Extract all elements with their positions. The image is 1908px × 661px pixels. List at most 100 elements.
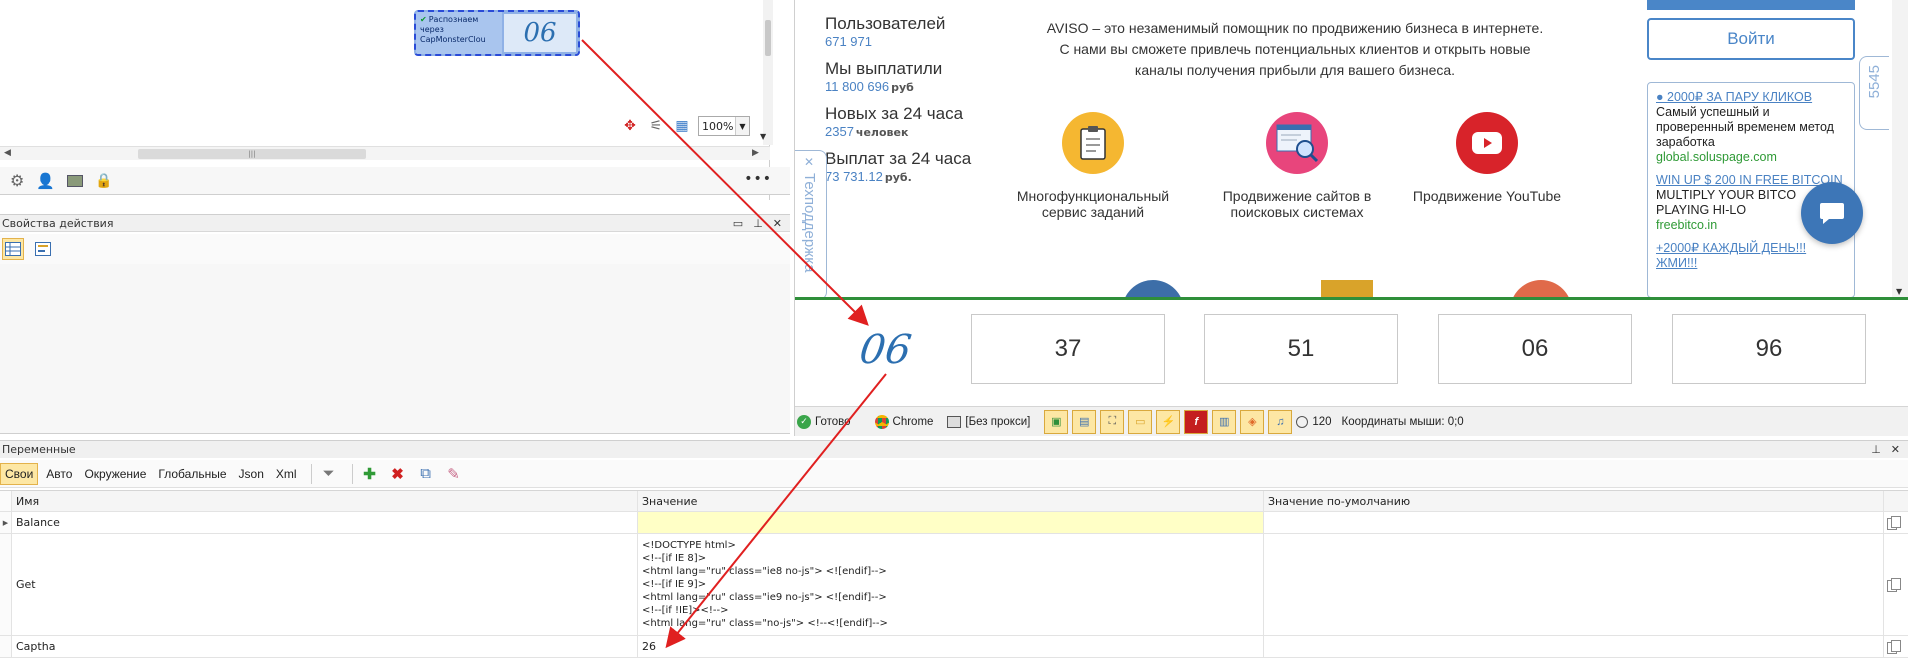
flash-icon[interactable]: f — [1184, 409, 1209, 434]
image-icon[interactable]: ⛶ — [1100, 409, 1125, 434]
status-browser[interactable]: Chrome — [874, 414, 933, 429]
chevron-down-icon[interactable]: ▼ — [735, 117, 749, 135]
table-row[interactable]: Captha 26 — [0, 636, 1908, 658]
chat-button[interactable] — [1801, 182, 1863, 244]
copy-icon[interactable] — [1886, 515, 1902, 531]
lock-icon[interactable]: 🔒 — [95, 173, 112, 189]
ad-url[interactable]: global.soluspage.com — [1656, 150, 1846, 165]
variable-value[interactable]: <!DOCTYPE html> <!--[if IE 8]> <html lan… — [638, 534, 1264, 635]
move-icon[interactable]: ✥ — [620, 116, 640, 136]
tab-own[interactable]: Свои — [0, 462, 39, 485]
plugin-icon[interactable]: ◈ — [1240, 409, 1265, 434]
zoom-toolbar: ✥ ⚟ ▦ 100% ▼ — [620, 115, 750, 137]
column-header-value[interactable]: Значение — [638, 491, 1264, 511]
monitor-icon[interactable] — [67, 174, 84, 187]
pin-icon[interactable]: ⊥ — [753, 215, 763, 232]
scroll-right-icon[interactable]: ▶ — [752, 148, 759, 158]
stat-unit: человек — [855, 126, 909, 139]
load-page-icon[interactable]: ▣ — [1044, 409, 1069, 434]
zoom-select[interactable]: 100% ▼ — [698, 116, 750, 136]
capmonster-action-block[interactable]: ✔ Распознаем через CapMonsterClou 06 — [414, 10, 580, 56]
table-row[interactable]: Get <!DOCTYPE html> <!--[if IE 8]> <html… — [0, 534, 1908, 636]
browser-view[interactable]: Пользователей 671 971 Мы выплатили 11 80… — [794, 0, 1908, 436]
variable-default[interactable] — [1264, 512, 1884, 533]
audio-icon[interactable]: ♫ — [1268, 409, 1293, 434]
delete-icon[interactable]: ✖ — [387, 463, 409, 485]
chrome-icon — [874, 414, 889, 429]
canvas-horizontal-scrollbar[interactable]: ◀ ||| ▶ — [0, 146, 770, 160]
eraser-icon[interactable]: ✎ — [443, 463, 465, 485]
scroll-arrow-down-icon[interactable]: ▼ — [760, 132, 766, 141]
variable-name[interactable]: Captha — [12, 636, 638, 657]
frame-icon[interactable]: ▭ — [1128, 409, 1153, 434]
copy-icon[interactable] — [1886, 639, 1902, 655]
tab-json[interactable]: Json — [235, 464, 268, 484]
status-proxy[interactable]: [Без прокси] — [947, 415, 1030, 428]
copy-icon[interactable]: ⧉ — [415, 463, 437, 485]
tab-environment[interactable]: Окружение — [80, 464, 150, 484]
close-icon[interactable]: ✕ — [804, 155, 814, 169]
user-icon[interactable]: 👤 — [36, 172, 55, 190]
add-icon[interactable]: ✚ — [359, 463, 381, 485]
login-button[interactable]: Войти — [1647, 18, 1855, 60]
variable-name[interactable]: Get — [12, 534, 638, 635]
media-icon[interactable]: ▥ — [1212, 409, 1237, 434]
browser-vertical-scrollbar[interactable]: ▼ — [1892, 0, 1908, 298]
side-counter-tab[interactable]: 5545 — [1859, 56, 1889, 130]
tab-auto[interactable]: Авто — [42, 464, 76, 484]
tab-xml[interactable]: Xml — [272, 464, 301, 484]
overview-icon[interactable]: ▦ — [672, 116, 692, 136]
divider — [351, 463, 353, 484]
more-icon[interactable]: ••• — [744, 171, 772, 187]
column-header-name[interactable]: Имя — [12, 491, 638, 511]
clock-icon — [1296, 415, 1309, 428]
captcha-option[interactable]: 96 — [1672, 314, 1866, 384]
captcha-option[interactable]: 51 — [1204, 314, 1398, 384]
row-expander-icon[interactable]: ▶ — [0, 512, 12, 533]
ad-item[interactable]: +2000₽ КАЖДЫЙ ДЕНЬ!!! ЖМИ!!! — [1656, 241, 1846, 271]
properties-body — [0, 264, 790, 434]
variable-default[interactable] — [1264, 534, 1884, 635]
pin-icon[interactable]: ⊥ — [1871, 441, 1881, 458]
canvas-vertical-scrollbar[interactable] — [763, 0, 773, 145]
variable-name[interactable]: Balance — [12, 512, 638, 533]
ad-item[interactable]: ● 2000₽ ЗА ПАРУ КЛИКОВ Самый успешный и … — [1656, 90, 1846, 165]
lightning-icon[interactable]: ⚡ — [1156, 409, 1181, 434]
tab-global[interactable]: Глобальные — [154, 464, 230, 484]
close-icon[interactable]: ✕ — [773, 215, 782, 232]
project-canvas[interactable]: ✔ Распознаем через CapMonsterClou 06 ✥ ⚟ … — [0, 0, 790, 200]
scroll-down-icon[interactable]: ▼ — [1896, 287, 1902, 296]
service-youtube[interactable]: Продвижение YouTube — [1397, 112, 1577, 204]
table-row[interactable]: ▶ Balance — [0, 512, 1908, 534]
copy-icon[interactable] — [1886, 577, 1902, 593]
properties-tabs — [0, 234, 790, 264]
variable-default[interactable] — [1264, 636, 1884, 657]
column-header-default[interactable]: Значение по-умолчанию — [1264, 491, 1884, 511]
form-icon[interactable]: ▤ — [1072, 409, 1097, 434]
stat-paid: Мы выплатили 11 800 696 руб — [825, 59, 1005, 94]
restore-icon[interactable]: ▭ — [733, 215, 743, 232]
stat-new-24h: Новых за 24 часа 2357 человек — [825, 104, 1005, 139]
properties-grid-tab[interactable] — [2, 238, 24, 260]
captcha-option[interactable]: 06 — [1438, 314, 1632, 384]
register-button-partial[interactable] — [1647, 0, 1855, 10]
properties-list-tab[interactable] — [32, 238, 54, 260]
ad-headline[interactable]: ● 2000₽ ЗА ПАРУ КЛИКОВ — [1656, 90, 1846, 105]
close-icon[interactable]: ✕ — [1891, 441, 1900, 458]
service-tasks[interactable]: Многофункциональный сервис заданий — [1003, 112, 1183, 220]
variables-table: Имя Значение Значение по-умолчанию ▶ Bal… — [0, 490, 1908, 661]
service-seo[interactable]: Продвижение сайтов в поисковых системах — [1207, 112, 1387, 220]
tidy-icon[interactable]: ⚟ — [646, 116, 666, 136]
support-tab[interactable]: ✕ Техподдержка — [795, 150, 827, 300]
filter-icon[interactable]: ⏷ — [318, 463, 340, 485]
scrollbar-thumb[interactable]: ||| — [138, 149, 366, 159]
scroll-left-icon[interactable]: ◀ — [4, 148, 11, 158]
variable-value[interactable] — [638, 512, 1264, 533]
stat-label: Мы выплатили — [825, 59, 943, 78]
variable-value[interactable]: 26 — [638, 636, 1264, 657]
gear-icon[interactable]: ⚙ — [10, 171, 24, 190]
row-gutter — [0, 491, 12, 511]
ad-headline[interactable]: +2000₽ КАЖДЫЙ ДЕНЬ!!! ЖМИ!!! — [1656, 241, 1846, 271]
captcha-option[interactable]: 37 — [971, 314, 1165, 384]
scrollbar-thumb[interactable] — [765, 20, 771, 56]
